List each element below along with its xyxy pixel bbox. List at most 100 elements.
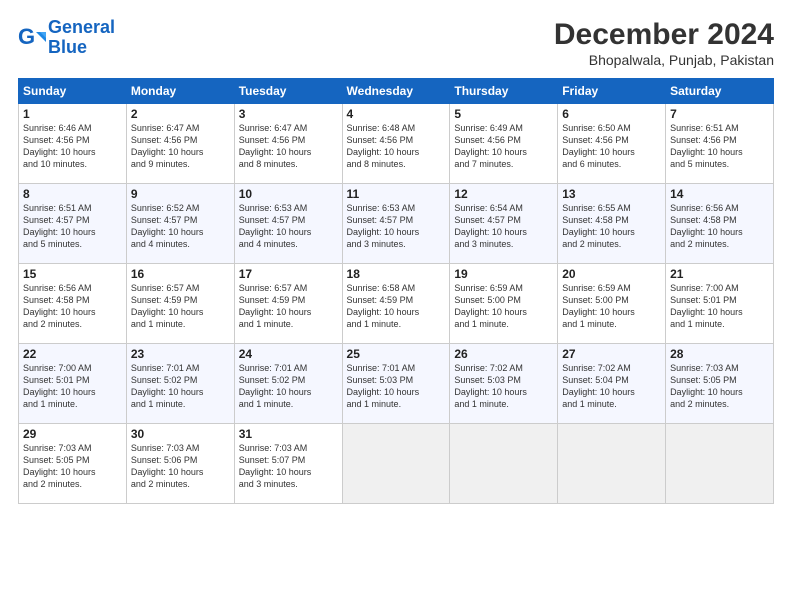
day-info: Sunrise: 6:47 AM Sunset: 4:56 PM Dayligh… <box>239 122 338 171</box>
day-number: 25 <box>347 347 446 361</box>
day-info: Sunrise: 6:56 AM Sunset: 4:58 PM Dayligh… <box>23 282 122 331</box>
day-cell: 29Sunrise: 7:03 AM Sunset: 5:05 PM Dayli… <box>19 424 127 504</box>
day-cell: 7Sunrise: 6:51 AM Sunset: 4:56 PM Daylig… <box>666 104 774 184</box>
day-number: 19 <box>454 267 553 281</box>
day-number: 16 <box>131 267 230 281</box>
day-number: 13 <box>562 187 661 201</box>
day-number: 9 <box>131 187 230 201</box>
day-cell: 14Sunrise: 6:56 AM Sunset: 4:58 PM Dayli… <box>666 184 774 264</box>
day-info: Sunrise: 7:03 AM Sunset: 5:05 PM Dayligh… <box>670 362 769 411</box>
day-cell: 6Sunrise: 6:50 AM Sunset: 4:56 PM Daylig… <box>558 104 666 184</box>
header-day-friday: Friday <box>558 79 666 104</box>
day-number: 15 <box>23 267 122 281</box>
main-title: December 2024 <box>554 18 774 52</box>
calendar-table: SundayMondayTuesdayWednesdayThursdayFrid… <box>18 78 774 504</box>
day-cell: 22Sunrise: 7:00 AM Sunset: 5:01 PM Dayli… <box>19 344 127 424</box>
day-number: 2 <box>131 107 230 121</box>
day-info: Sunrise: 7:01 AM Sunset: 5:02 PM Dayligh… <box>239 362 338 411</box>
day-cell: 26Sunrise: 7:02 AM Sunset: 5:03 PM Dayli… <box>450 344 558 424</box>
day-info: Sunrise: 6:51 AM Sunset: 4:57 PM Dayligh… <box>23 202 122 251</box>
day-cell: 13Sunrise: 6:55 AM Sunset: 4:58 PM Dayli… <box>558 184 666 264</box>
day-info: Sunrise: 6:49 AM Sunset: 4:56 PM Dayligh… <box>454 122 553 171</box>
day-cell <box>558 424 666 504</box>
day-number: 11 <box>347 187 446 201</box>
day-number: 20 <box>562 267 661 281</box>
day-cell: 19Sunrise: 6:59 AM Sunset: 5:00 PM Dayli… <box>450 264 558 344</box>
logo-icon: G <box>18 24 46 52</box>
day-info: Sunrise: 7:02 AM Sunset: 5:04 PM Dayligh… <box>562 362 661 411</box>
day-info: Sunrise: 6:59 AM Sunset: 5:00 PM Dayligh… <box>454 282 553 331</box>
day-info: Sunrise: 6:57 AM Sunset: 4:59 PM Dayligh… <box>131 282 230 331</box>
day-cell <box>342 424 450 504</box>
day-number: 1 <box>23 107 122 121</box>
day-info: Sunrise: 6:59 AM Sunset: 5:00 PM Dayligh… <box>562 282 661 331</box>
day-number: 3 <box>239 107 338 121</box>
day-number: 17 <box>239 267 338 281</box>
day-cell: 17Sunrise: 6:57 AM Sunset: 4:59 PM Dayli… <box>234 264 342 344</box>
day-cell <box>450 424 558 504</box>
header: G General Blue December 2024 Bhopalwala,… <box>18 18 774 68</box>
day-cell: 15Sunrise: 6:56 AM Sunset: 4:58 PM Dayli… <box>19 264 127 344</box>
day-number: 27 <box>562 347 661 361</box>
day-number: 22 <box>23 347 122 361</box>
day-info: Sunrise: 6:50 AM Sunset: 4:56 PM Dayligh… <box>562 122 661 171</box>
day-info: Sunrise: 6:53 AM Sunset: 4:57 PM Dayligh… <box>347 202 446 251</box>
logo-line2: Blue <box>48 37 87 57</box>
day-cell <box>666 424 774 504</box>
week-row-3: 15Sunrise: 6:56 AM Sunset: 4:58 PM Dayli… <box>19 264 774 344</box>
header-day-tuesday: Tuesday <box>234 79 342 104</box>
day-info: Sunrise: 7:03 AM Sunset: 5:07 PM Dayligh… <box>239 442 338 491</box>
day-cell: 20Sunrise: 6:59 AM Sunset: 5:00 PM Dayli… <box>558 264 666 344</box>
day-cell: 21Sunrise: 7:00 AM Sunset: 5:01 PM Dayli… <box>666 264 774 344</box>
day-number: 14 <box>670 187 769 201</box>
day-info: Sunrise: 6:53 AM Sunset: 4:57 PM Dayligh… <box>239 202 338 251</box>
day-number: 10 <box>239 187 338 201</box>
day-info: Sunrise: 6:51 AM Sunset: 4:56 PM Dayligh… <box>670 122 769 171</box>
day-cell: 8Sunrise: 6:51 AM Sunset: 4:57 PM Daylig… <box>19 184 127 264</box>
day-number: 23 <box>131 347 230 361</box>
logo: G General Blue <box>18 18 115 58</box>
day-number: 26 <box>454 347 553 361</box>
header-day-wednesday: Wednesday <box>342 79 450 104</box>
day-cell: 27Sunrise: 7:02 AM Sunset: 5:04 PM Dayli… <box>558 344 666 424</box>
day-cell: 9Sunrise: 6:52 AM Sunset: 4:57 PM Daylig… <box>126 184 234 264</box>
day-info: Sunrise: 7:01 AM Sunset: 5:02 PM Dayligh… <box>131 362 230 411</box>
day-number: 31 <box>239 427 338 441</box>
day-number: 30 <box>131 427 230 441</box>
day-cell: 28Sunrise: 7:03 AM Sunset: 5:05 PM Dayli… <box>666 344 774 424</box>
day-cell: 2Sunrise: 6:47 AM Sunset: 4:56 PM Daylig… <box>126 104 234 184</box>
week-row-4: 22Sunrise: 7:00 AM Sunset: 5:01 PM Dayli… <box>19 344 774 424</box>
day-info: Sunrise: 6:57 AM Sunset: 4:59 PM Dayligh… <box>239 282 338 331</box>
day-cell: 16Sunrise: 6:57 AM Sunset: 4:59 PM Dayli… <box>126 264 234 344</box>
day-cell: 1Sunrise: 6:46 AM Sunset: 4:56 PM Daylig… <box>19 104 127 184</box>
day-info: Sunrise: 7:03 AM Sunset: 5:05 PM Dayligh… <box>23 442 122 491</box>
day-info: Sunrise: 7:01 AM Sunset: 5:03 PM Dayligh… <box>347 362 446 411</box>
day-cell: 4Sunrise: 6:48 AM Sunset: 4:56 PM Daylig… <box>342 104 450 184</box>
day-info: Sunrise: 7:00 AM Sunset: 5:01 PM Dayligh… <box>670 282 769 331</box>
page: G General Blue December 2024 Bhopalwala,… <box>0 0 792 612</box>
day-cell: 3Sunrise: 6:47 AM Sunset: 4:56 PM Daylig… <box>234 104 342 184</box>
header-day-sunday: Sunday <box>19 79 127 104</box>
day-info: Sunrise: 6:52 AM Sunset: 4:57 PM Dayligh… <box>131 202 230 251</box>
week-row-2: 8Sunrise: 6:51 AM Sunset: 4:57 PM Daylig… <box>19 184 774 264</box>
day-cell: 18Sunrise: 6:58 AM Sunset: 4:59 PM Dayli… <box>342 264 450 344</box>
day-cell: 10Sunrise: 6:53 AM Sunset: 4:57 PM Dayli… <box>234 184 342 264</box>
week-row-1: 1Sunrise: 6:46 AM Sunset: 4:56 PM Daylig… <box>19 104 774 184</box>
day-number: 18 <box>347 267 446 281</box>
day-info: Sunrise: 6:58 AM Sunset: 4:59 PM Dayligh… <box>347 282 446 331</box>
day-info: Sunrise: 6:47 AM Sunset: 4:56 PM Dayligh… <box>131 122 230 171</box>
day-number: 6 <box>562 107 661 121</box>
day-info: Sunrise: 7:00 AM Sunset: 5:01 PM Dayligh… <box>23 362 122 411</box>
day-number: 24 <box>239 347 338 361</box>
day-info: Sunrise: 7:02 AM Sunset: 5:03 PM Dayligh… <box>454 362 553 411</box>
day-number: 5 <box>454 107 553 121</box>
day-info: Sunrise: 6:48 AM Sunset: 4:56 PM Dayligh… <box>347 122 446 171</box>
header-day-monday: Monday <box>126 79 234 104</box>
day-cell: 24Sunrise: 7:01 AM Sunset: 5:02 PM Dayli… <box>234 344 342 424</box>
day-cell: 30Sunrise: 7:03 AM Sunset: 5:06 PM Dayli… <box>126 424 234 504</box>
day-cell: 5Sunrise: 6:49 AM Sunset: 4:56 PM Daylig… <box>450 104 558 184</box>
day-number: 28 <box>670 347 769 361</box>
header-day-saturday: Saturday <box>666 79 774 104</box>
header-day-thursday: Thursday <box>450 79 558 104</box>
day-info: Sunrise: 6:46 AM Sunset: 4:56 PM Dayligh… <box>23 122 122 171</box>
